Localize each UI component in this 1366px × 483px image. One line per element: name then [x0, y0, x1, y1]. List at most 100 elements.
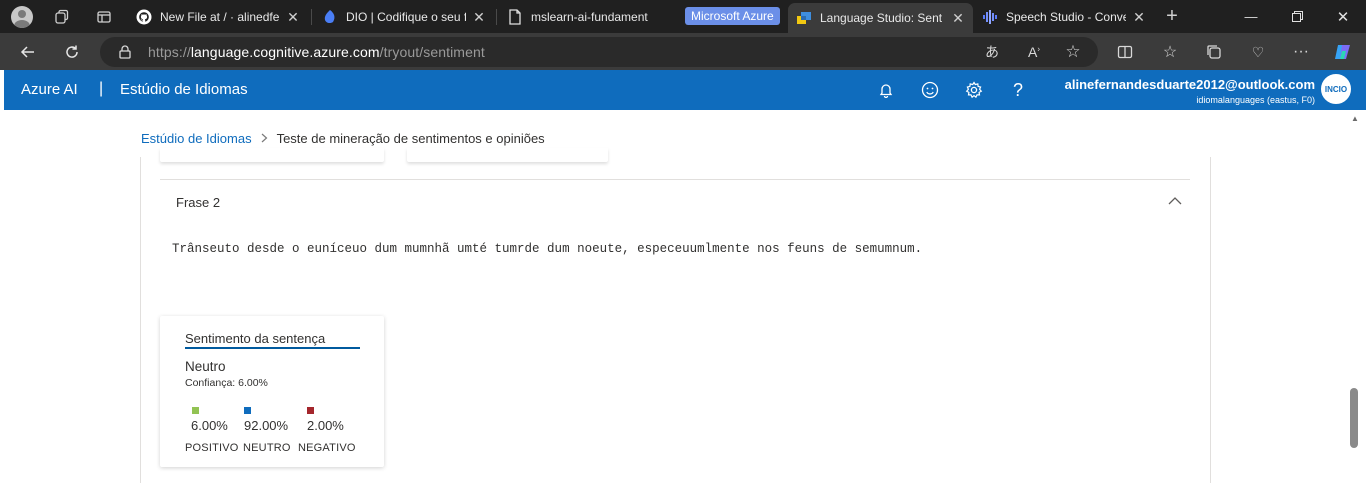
- scroll-up-icon[interactable]: ▲: [1351, 114, 1359, 123]
- breadcrumb-root-link[interactable]: Estúdio de Idiomas: [141, 131, 252, 146]
- previous-card-left: [160, 148, 384, 162]
- sentiment-value: Neutro: [185, 359, 226, 374]
- close-window-button[interactable]: ✕: [1320, 0, 1366, 33]
- back-arrow-icon: [20, 46, 34, 58]
- collections-icon: [1207, 45, 1221, 59]
- section-divider: [160, 179, 1190, 180]
- close-icon: ✕: [1336, 8, 1350, 26]
- translate-button[interactable]: あ: [977, 37, 1007, 67]
- back-button[interactable]: [13, 37, 43, 67]
- breadcrumb-current: Teste de mineração de sentimentos e opin…: [276, 131, 545, 146]
- tab-speech-studio[interactable]: Speech Studio - Conve ✕: [974, 3, 1154, 31]
- split-screen-button[interactable]: [1110, 37, 1140, 67]
- phrase-text: Trânseuto desde o euníceuo dum mumnhã um…: [172, 242, 923, 256]
- tab-mslearn[interactable]: mslearn-ai-fundament: [499, 3, 679, 31]
- tab-separator: [311, 9, 312, 25]
- translate-icon: あ: [985, 44, 999, 60]
- favorites-button[interactable]: ☆: [1155, 37, 1185, 67]
- gear-icon: [965, 81, 983, 99]
- close-tab-icon[interactable]: ✕: [286, 9, 300, 26]
- browser-essentials-button[interactable]: ♡: [1243, 37, 1273, 67]
- neutral-color-swatch: [244, 407, 251, 414]
- minimize-button[interactable]: —: [1228, 0, 1274, 33]
- restore-button[interactable]: [1274, 0, 1320, 33]
- brand-link[interactable]: Azure AI: [21, 81, 78, 98]
- more-icon: ···: [1293, 43, 1309, 60]
- account-avatar[interactable]: INCIO: [1321, 74, 1351, 104]
- workspaces-button[interactable]: [44, 0, 80, 33]
- restore-icon: [1291, 11, 1303, 22]
- split-screen-icon: [1117, 45, 1133, 59]
- github-icon: [136, 9, 152, 25]
- collections-button[interactable]: [1199, 37, 1229, 67]
- tab-actions-icon: [97, 10, 111, 23]
- browser-tab-strip: New File at / · alinedfer ✕ DIO | Codifi…: [0, 0, 1366, 33]
- url-text: https://language.cognitive.azure.com/try…: [148, 44, 485, 60]
- heart-pulse-icon: ♡: [1251, 43, 1265, 60]
- star-icon: ☆: [1065, 42, 1081, 61]
- account-email[interactable]: alinefernandesduarte2012@outlook.com: [1065, 77, 1315, 92]
- settings-button[interactable]: [960, 76, 988, 104]
- close-tab-icon[interactable]: ✕: [472, 9, 486, 26]
- collapse-button[interactable]: [1165, 191, 1185, 211]
- bell-icon: [879, 84, 893, 98]
- chevron-up-icon: [1168, 197, 1182, 205]
- tab-dio[interactable]: DIO | Codifique o seu f ✕: [314, 3, 494, 31]
- tab-separator: [496, 9, 497, 25]
- refresh-icon: [66, 45, 78, 58]
- profile-avatar-icon: [11, 5, 33, 28]
- language-studio-icon: [796, 10, 812, 26]
- notifications-button[interactable]: [872, 76, 900, 104]
- page-icon: [507, 9, 523, 25]
- smiley-icon: [921, 81, 939, 99]
- panel-border-right: [1210, 157, 1211, 483]
- new-tab-button[interactable]: +: [1154, 0, 1190, 33]
- tab-language-studio[interactable]: Language Studio: Sent ✕: [788, 3, 973, 33]
- card-title: Sentimento da sentença: [185, 331, 326, 346]
- tab-title: mslearn-ai-fundament: [531, 10, 648, 24]
- confidence-text: Confiança: 6.00%: [185, 377, 268, 389]
- positive-color-swatch: [192, 407, 199, 414]
- favorites-icon: ☆: [1162, 44, 1178, 61]
- help-icon: ?: [1012, 79, 1023, 100]
- previous-card-right: [407, 148, 608, 162]
- tab-title: New File at / · alinedfer: [160, 10, 280, 24]
- phrase-title[interactable]: Frase 2: [176, 195, 220, 210]
- chevron-right-icon: [261, 132, 268, 146]
- studio-title[interactable]: Estúdio de Idiomas: [120, 81, 248, 98]
- copilot-button[interactable]: [1328, 37, 1358, 67]
- address-toolbar: https://language.cognitive.azure.com/try…: [0, 33, 1366, 70]
- tab-actions-button[interactable]: [86, 0, 122, 33]
- speech-studio-icon: [982, 9, 998, 25]
- dio-icon: [322, 9, 338, 25]
- sentence-sentiment-card: Sentimento da sentença Neutro Confiança:…: [160, 316, 384, 467]
- minimize-icon: —: [1244, 9, 1258, 24]
- negative-color-swatch: [307, 407, 314, 414]
- read-aloud-icon: A›: [1027, 44, 1040, 60]
- score-value: 92.00%: [244, 418, 289, 433]
- card-title-underline: [185, 347, 360, 349]
- lock-icon: [119, 45, 131, 59]
- workspaces-icon: [55, 9, 69, 24]
- close-tab-icon[interactable]: ✕: [1132, 9, 1146, 26]
- tab-title: Speech Studio - Conve: [1006, 10, 1126, 24]
- panel-border-left: [140, 157, 141, 483]
- tab-title: Language Studio: Sent: [820, 11, 943, 25]
- tab-github[interactable]: New File at / · alinedfer ✕: [128, 3, 308, 31]
- address-bar[interactable]: https://language.cognitive.azure.com/try…: [100, 37, 1098, 67]
- close-tab-icon[interactable]: ✕: [951, 10, 965, 27]
- score-value: 6.00%: [191, 418, 228, 433]
- tab-title: DIO | Codifique o seu f: [346, 10, 466, 24]
- score-label: NEUTRO: [243, 442, 291, 454]
- read-aloud-button[interactable]: A›: [1019, 37, 1049, 67]
- account-resource: idiomalanguages (eastus, F0): [1196, 95, 1315, 105]
- favorite-button[interactable]: ☆: [1058, 37, 1088, 67]
- azure-header: Azure AI | Estúdio de Idiomas ? alinefer…: [4, 70, 1366, 110]
- profile-button[interactable]: [4, 0, 40, 33]
- feedback-button[interactable]: [916, 76, 944, 104]
- tab-group-label[interactable]: Microsoft Azure: [685, 7, 780, 25]
- refresh-button[interactable]: [57, 37, 87, 67]
- help-button[interactable]: ?: [1004, 76, 1032, 104]
- settings-more-button[interactable]: ···: [1286, 37, 1316, 67]
- scrollbar-thumb[interactable]: [1350, 388, 1358, 448]
